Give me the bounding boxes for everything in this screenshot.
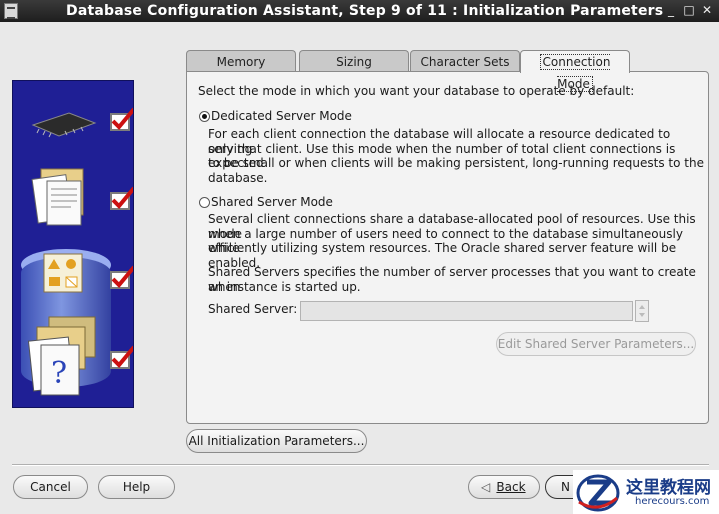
watermark-url: herecours.com: [635, 496, 710, 507]
connection-mode-panel: Select the mode in which you want your d…: [186, 71, 709, 424]
wizard-progress-panel: ?: [12, 80, 134, 408]
next-button-label: N: [561, 480, 570, 494]
tab-character-sets-label: Character Sets: [420, 55, 510, 69]
shared-server-label[interactable]: Shared Server Mode: [211, 195, 333, 210]
step-4-checkbox: [110, 345, 133, 369]
dedicated-desc-line-4: database.: [208, 170, 268, 185]
all-initialization-parameters-button[interactable]: All Initialization Parameters...: [186, 429, 367, 453]
back-button[interactable]: ◁ Back: [468, 475, 540, 499]
window-title: Database Configuration Assistant, Step 9…: [66, 3, 664, 19]
dedicated-server-label[interactable]: Dedicated Server Mode: [211, 109, 352, 124]
shared-server-spinner[interactable]: [635, 300, 649, 322]
tab-memory[interactable]: Memory: [186, 50, 296, 72]
shared-servers-desc-line-2: an instance is started up.: [208, 279, 361, 294]
svg-text:?: ?: [51, 356, 67, 391]
minimize-icon[interactable]: _: [664, 3, 678, 17]
back-button-label: Back: [496, 480, 526, 494]
shapes-icon: [43, 253, 83, 293]
watermark-logo: [576, 474, 620, 512]
tab-sizing-label: Sizing: [336, 55, 372, 69]
shared-server-input[interactable]: [300, 301, 633, 321]
question-document-icon: ?: [27, 316, 96, 396]
step-1-checkbox: [110, 107, 133, 131]
shared-server-radio[interactable]: [199, 197, 210, 208]
help-button[interactable]: Help: [98, 475, 175, 499]
tab-connection-mode[interactable]: Connection Mode: [520, 50, 630, 92]
cancel-button[interactable]: Cancel: [13, 475, 88, 499]
dedicated-server-radio[interactable]: [199, 111, 210, 122]
title-bar: Database Configuration Assistant, Step 9…: [0, 0, 719, 22]
maximize-icon[interactable]: □: [682, 3, 696, 17]
step-3-checkbox: [110, 265, 133, 289]
watermark: 这里教程网 herecours.com: [573, 470, 719, 514]
footer-separator: [12, 464, 709, 466]
step-2-checkbox: [110, 186, 133, 210]
shared-server-field-label: Shared Server:: [208, 302, 298, 316]
tab-memory-label: Memory: [216, 55, 266, 69]
chevron-left-icon: ◁: [481, 480, 491, 494]
app-icon[interactable]: [4, 3, 18, 19]
tab-character-sets[interactable]: Character Sets: [410, 50, 520, 72]
watermark-title: 这里教程网: [626, 478, 711, 498]
tab-sizing[interactable]: Sizing: [299, 50, 409, 72]
chip-icon: [31, 112, 97, 138]
dedicated-desc-line-3: to be small or when clients will be maki…: [208, 156, 704, 171]
folder-documents-icon: [31, 168, 84, 226]
close-icon[interactable]: ✕: [700, 3, 714, 17]
edit-shared-server-parameters-button[interactable]: Edit Shared Server Parameters...: [496, 332, 696, 356]
